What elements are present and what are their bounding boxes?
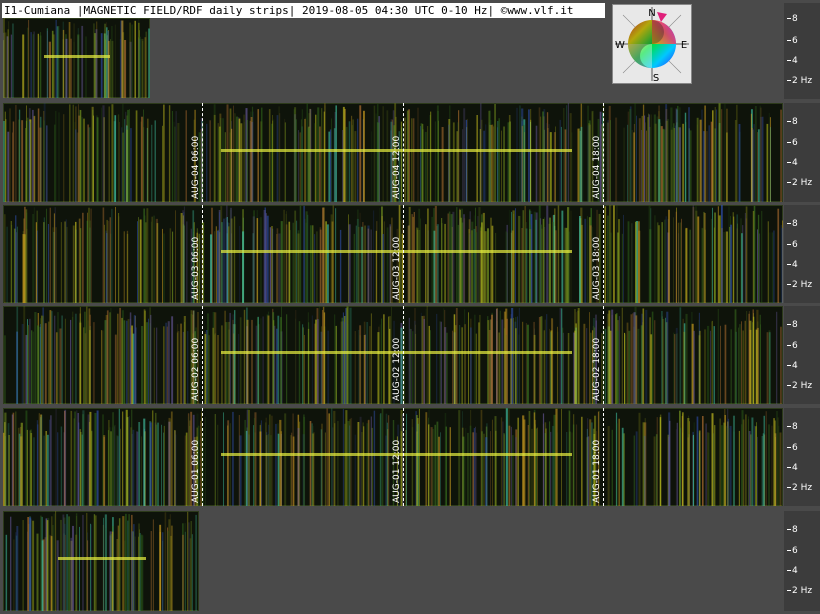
frequency-scale: 8 6 4 2 Hz <box>784 306 820 404</box>
time-label: AUG-01 18:00 <box>592 439 602 503</box>
frequency-scale: 8 6 4 2 Hz <box>784 511 820 611</box>
scale-tick: 8 <box>787 15 798 24</box>
frequency-scale: 8 6 4 2 Hz <box>784 103 820 202</box>
scale-tick: 6 <box>787 444 798 453</box>
frequency-scale: 8 6 4 2 Hz <box>784 408 820 506</box>
time-divider <box>403 205 404 303</box>
time-divider <box>603 306 604 404</box>
scale-tick: 4 <box>787 159 798 168</box>
time-divider <box>202 408 203 506</box>
time-label: AUG-02 18:00 <box>592 337 602 401</box>
scale-tick: 8 <box>787 321 798 330</box>
spectrogram-strip-aug03: AUG-03 06:00 AUG-03 12:00 AUG-03 18:00 <box>3 205 783 303</box>
scale-tick: 6 <box>787 547 798 556</box>
scale-tick: 8 <box>787 220 798 229</box>
spectrogram-strip-current <box>3 18 150 98</box>
scale-tick: 6 <box>787 241 798 250</box>
time-divider <box>603 103 604 202</box>
time-divider <box>202 103 203 202</box>
compass-graphic: N E S W <box>615 7 689 83</box>
scale-tick: 6 <box>787 37 798 46</box>
scale-tick: 8 <box>787 526 798 535</box>
scale-tick: 2 Hz <box>787 179 812 188</box>
scale-tick: 8 <box>787 118 798 127</box>
time-label: AUG-01 06:00 <box>191 439 201 503</box>
time-label: AUG-01 12:00 <box>392 439 402 503</box>
scale-tick: 4 <box>787 464 798 473</box>
spectrogram-image <box>5 511 197 611</box>
scale-tick: 2 Hz <box>787 77 812 86</box>
time-divider <box>603 205 604 303</box>
spectrogram-strip-aug02: AUG-02 06:00 AUG-02 12:00 AUG-02 18:00 <box>3 306 783 404</box>
scale-tick: 4 <box>787 261 798 270</box>
time-label: AUG-03 12:00 <box>392 236 402 300</box>
time-label: AUG-02 06:00 <box>191 337 201 401</box>
compass-s: S <box>653 73 659 83</box>
spectrogram-strip-previous <box>3 511 199 611</box>
spectrogram-strip-aug04: AUG-04 06:00 AUG-04 12:00 AUG-04 18:00 <box>3 103 783 202</box>
page-title: I1-Cumiana |MAGNETIC FIELD/RDF daily str… <box>2 3 605 18</box>
scale-tick: 6 <box>787 139 798 148</box>
time-divider <box>202 306 203 404</box>
scale-tick: 6 <box>787 342 798 351</box>
scale-tick: 4 <box>787 57 798 66</box>
frequency-scale: 8 6 4 2 Hz <box>784 205 820 303</box>
scale-tick: 4 <box>787 362 798 371</box>
time-label: AUG-02 12:00 <box>392 337 402 401</box>
spectrogram-strip-aug01: AUG-01 06:00 AUG-01 12:00 AUG-01 18:00 <box>3 408 783 506</box>
scale-tick: 2 Hz <box>787 281 812 290</box>
time-divider <box>403 306 404 404</box>
compass-n: N <box>648 8 655 19</box>
spectrogram-image <box>3 18 150 98</box>
scale-tick: 2 Hz <box>787 382 812 391</box>
time-label: AUG-04 18:00 <box>592 135 602 199</box>
time-label: AUG-03 18:00 <box>592 236 602 300</box>
frequency-scale: 8 6 4 2 Hz <box>784 3 820 99</box>
scale-tick: 2 Hz <box>787 587 812 596</box>
time-divider <box>403 408 404 506</box>
time-divider <box>202 205 203 303</box>
time-label: AUG-03 06:00 <box>191 236 201 300</box>
scale-tick: 8 <box>787 423 798 432</box>
compass-w: W <box>615 40 625 51</box>
compass-e: E <box>681 40 687 51</box>
scale-tick: 4 <box>787 567 798 576</box>
time-divider <box>403 103 404 202</box>
time-label: AUG-04 06:00 <box>191 135 201 199</box>
time-label: AUG-04 12:00 <box>392 135 402 199</box>
scale-tick: 2 Hz <box>787 484 812 493</box>
compass-rose-icon: N E S W <box>612 4 692 84</box>
time-divider <box>603 408 604 506</box>
